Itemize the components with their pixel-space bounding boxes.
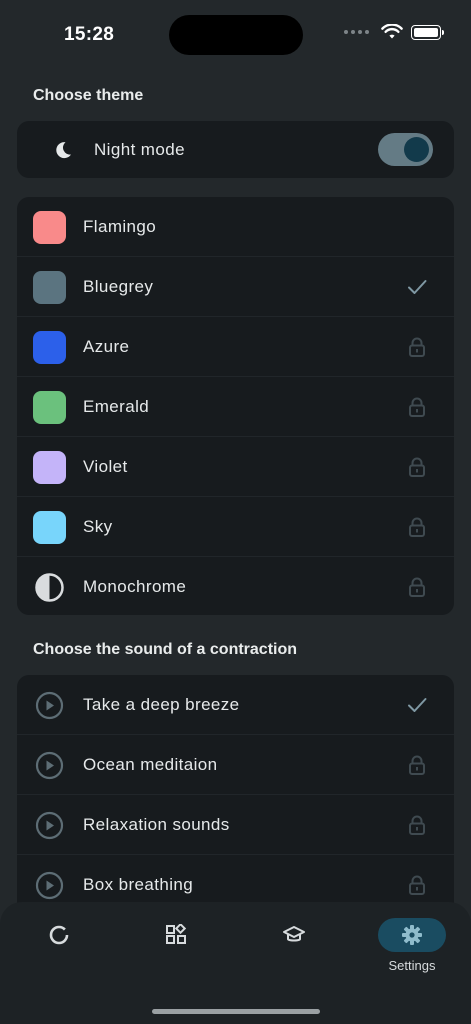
- theme-section-title: Choose theme: [33, 87, 144, 104]
- theme-label: Flamingo: [83, 217, 157, 236]
- wifi-icon: [381, 24, 403, 39]
- battery-icon: [411, 24, 444, 40]
- theme-row-emerald[interactable]: Emerald: [17, 377, 454, 437]
- theme-list: Flamingo Bluegrey Azure Emerald Violet Sky Mon…: [17, 197, 454, 615]
- lock-icon: [406, 874, 428, 896]
- tab-progress[interactable]: [25, 918, 93, 952]
- sound-label: Relaxation sounds: [83, 815, 230, 834]
- home-indicator: [152, 1009, 320, 1014]
- tab-settings-label: Settings: [388, 958, 436, 973]
- theme-row-azure[interactable]: Azure: [17, 317, 454, 377]
- color-swatch: [33, 211, 66, 244]
- theme-row-violet[interactable]: Violet: [17, 437, 454, 497]
- lock-icon: [406, 576, 428, 598]
- play-icon[interactable]: [35, 871, 64, 900]
- color-swatch: [33, 391, 66, 424]
- tab-settings[interactable]: [378, 918, 446, 952]
- lock-icon: [406, 396, 428, 418]
- color-swatch: [33, 271, 66, 304]
- tab-learn[interactable]: [260, 918, 328, 952]
- color-swatch: [33, 511, 66, 544]
- moon-icon: [56, 142, 71, 159]
- theme-label: Azure: [83, 337, 130, 356]
- theme-label: Bluegrey: [83, 277, 154, 296]
- status-icons: [344, 24, 444, 40]
- color-swatch: [33, 331, 66, 364]
- checkmark-icon: [406, 276, 428, 298]
- toggle-knob: [404, 137, 429, 162]
- status-bar: 15:28: [0, 0, 471, 70]
- play-icon[interactable]: [35, 691, 64, 720]
- sound-label: Box breathing: [83, 875, 194, 894]
- night-mode-toggle[interactable]: [378, 133, 433, 166]
- tab-bar: Settings: [0, 902, 471, 1024]
- sound-list: Take a deep breeze Ocean meditaion Relaxat…: [17, 675, 454, 915]
- grid-icon: [166, 924, 187, 944]
- lock-icon: [406, 814, 428, 836]
- theme-row-bluegrey[interactable]: Bluegrey: [17, 257, 454, 317]
- checkmark-icon: [406, 694, 428, 716]
- play-icon[interactable]: [35, 811, 64, 840]
- gear-icon: [402, 925, 422, 945]
- status-time: 15:28: [64, 24, 115, 45]
- theme-label: Emerald: [83, 397, 150, 416]
- lock-icon: [406, 516, 428, 538]
- sound-row[interactable]: Take a deep breeze: [17, 675, 454, 735]
- lock-icon: [406, 754, 428, 776]
- theme-row-flamingo[interactable]: Flamingo: [17, 197, 454, 257]
- graduation-cap-icon: [283, 926, 305, 942]
- dynamic-island: [169, 15, 303, 55]
- progress-ring-icon: [49, 925, 69, 945]
- theme-label: Monochrome: [83, 577, 187, 596]
- sound-label: Take a deep breeze: [83, 695, 240, 714]
- tab-dashboard[interactable]: [142, 918, 210, 952]
- theme-row-sky[interactable]: Sky: [17, 497, 454, 557]
- sound-label: Ocean meditaion: [83, 755, 218, 774]
- sound-row[interactable]: Ocean meditaion: [17, 735, 454, 795]
- theme-label: Violet: [83, 457, 128, 476]
- sound-section-title: Choose the sound of a contraction: [33, 641, 298, 658]
- night-mode-label: Night mode: [94, 140, 185, 159]
- lock-icon: [406, 336, 428, 358]
- sound-row[interactable]: Relaxation sounds: [17, 795, 454, 855]
- theme-label: Sky: [83, 517, 113, 536]
- cellular-signal-icon: [344, 30, 369, 34]
- color-swatch: [33, 451, 66, 484]
- play-icon[interactable]: [35, 751, 64, 780]
- night-mode-card: Night mode: [17, 121, 454, 178]
- lock-icon: [406, 456, 428, 478]
- monochrome-swatch-icon: [35, 573, 64, 602]
- theme-row-monochrome[interactable]: Monochrome: [17, 557, 454, 617]
